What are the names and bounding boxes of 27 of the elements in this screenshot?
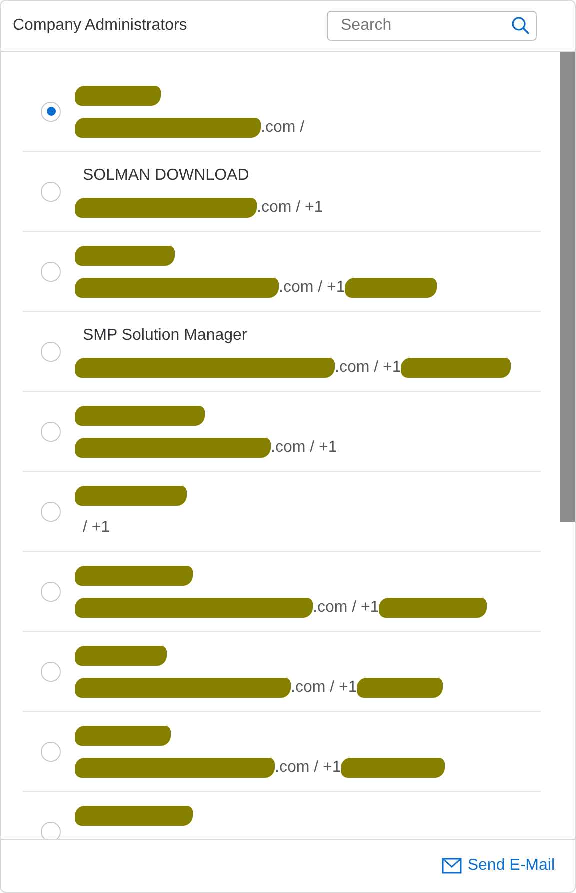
dialog-title: Company Administrators	[13, 17, 188, 35]
contact-info: .com / +1	[279, 278, 346, 296]
radio-button[interactable]	[41, 262, 61, 282]
radio-button[interactable]	[41, 102, 61, 122]
radio-button[interactable]	[41, 742, 61, 762]
radio-button[interactable]	[41, 582, 61, 602]
contact-info: .com / +1	[291, 678, 358, 696]
contact-info: .com / +1	[313, 598, 380, 616]
radio-button[interactable]	[41, 822, 61, 839]
administrator-name: SMP Solution Manager	[83, 326, 248, 344]
radio-button[interactable]	[41, 662, 61, 682]
search-icon[interactable]	[511, 16, 531, 36]
contact-info: .com / +1	[257, 198, 324, 216]
contact-info: .com / +1	[271, 438, 338, 456]
radio-button[interactable]	[41, 182, 61, 202]
radio-button[interactable]	[41, 422, 61, 442]
search-field[interactable]: Search	[327, 11, 537, 41]
contact-info: .com / +1	[335, 358, 402, 376]
scrollbar-thumb[interactable]	[560, 52, 575, 522]
contact-info: / +1	[83, 518, 110, 536]
contact-info: .com / +1	[275, 758, 342, 776]
radio-button[interactable]	[41, 342, 61, 362]
radio-button[interactable]	[41, 502, 61, 522]
administrator-name: SOLMAN DOWNLOAD	[83, 166, 250, 184]
envelope-icon	[442, 858, 462, 874]
send-email-button[interactable]: Send E-Mail	[442, 857, 555, 875]
contact-info: .com /	[261, 118, 305, 136]
